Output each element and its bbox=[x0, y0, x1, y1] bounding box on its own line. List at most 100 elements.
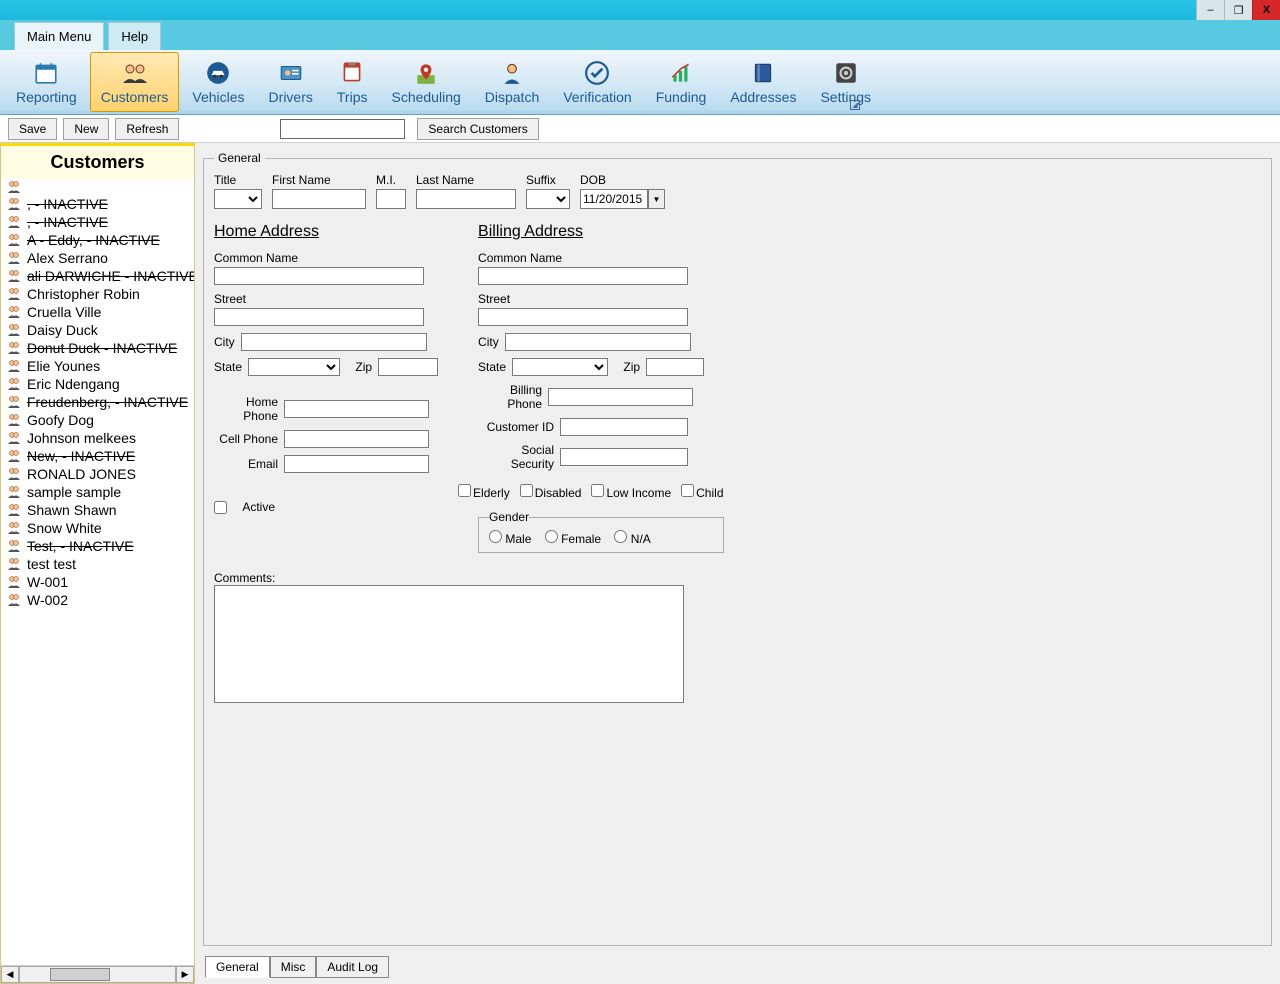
search-customers-button[interactable]: Search Customers bbox=[417, 118, 538, 140]
dob-input[interactable] bbox=[580, 189, 648, 209]
lowincome-checkbox-label[interactable]: Low Income bbox=[591, 484, 671, 500]
list-item[interactable]: Shawn Shawn bbox=[1, 501, 194, 519]
minimize-button[interactable]: – bbox=[1196, 0, 1224, 20]
ssn-input[interactable] bbox=[560, 448, 688, 466]
home-city-input[interactable] bbox=[241, 333, 427, 351]
list-item[interactable]: W-001 bbox=[1, 573, 194, 591]
home-phone-input[interactable] bbox=[284, 400, 429, 418]
cell-phone-label: Cell Phone bbox=[214, 432, 278, 446]
dialog-launcher-icon[interactable]: ◢ bbox=[850, 100, 860, 110]
home-common-name-input[interactable] bbox=[214, 267, 424, 285]
comments-textarea[interactable] bbox=[214, 585, 684, 703]
ribbon-settings[interactable]: Settings bbox=[809, 52, 882, 112]
ribbon-verification[interactable]: Verification bbox=[552, 52, 642, 112]
tab-help[interactable]: Help bbox=[108, 22, 161, 50]
tab-misc[interactable]: Misc bbox=[270, 956, 317, 978]
search-input[interactable] bbox=[280, 119, 405, 139]
maximize-button[interactable]: ❐ bbox=[1224, 0, 1252, 20]
refresh-button[interactable]: Refresh bbox=[115, 118, 179, 140]
scroll-right-icon[interactable]: ▶ bbox=[176, 966, 194, 983]
elderly-checkbox-label[interactable]: Elderly bbox=[458, 484, 510, 500]
ribbon-label: Customers bbox=[101, 89, 169, 105]
title-select[interactable] bbox=[214, 189, 262, 209]
elderly-checkbox[interactable] bbox=[458, 484, 471, 497]
list-item[interactable]: ali DARWICHE - INACTIVE bbox=[1, 267, 194, 285]
ribbon-dispatch[interactable]: Dispatch bbox=[474, 52, 550, 112]
ssn-label: Social Security bbox=[478, 443, 554, 471]
first-name-input[interactable] bbox=[272, 189, 366, 209]
disabled-checkbox-label[interactable]: Disabled bbox=[520, 484, 582, 500]
ribbon-addresses[interactable]: Addresses bbox=[719, 52, 807, 112]
customer-id-input[interactable] bbox=[560, 418, 688, 436]
child-checkbox-label[interactable]: Child bbox=[681, 484, 723, 500]
list-item[interactable]: Daisy Duck bbox=[1, 321, 194, 339]
new-button[interactable]: New bbox=[63, 118, 109, 140]
home-street-input[interactable] bbox=[214, 308, 424, 326]
billing-street-input[interactable] bbox=[478, 308, 688, 326]
male-radio-label[interactable]: Male bbox=[489, 532, 531, 546]
ribbon-vehicles[interactable]: Vehicles bbox=[181, 52, 255, 112]
cell-phone-input[interactable] bbox=[284, 430, 429, 448]
tab-general[interactable]: General bbox=[205, 956, 270, 978]
dob-dropdown-button[interactable]: ▼ bbox=[648, 189, 665, 209]
disabled-checkbox[interactable] bbox=[520, 484, 533, 497]
list-item[interactable]: A - Eddy, - INACTIVE bbox=[1, 231, 194, 249]
save-button[interactable]: Save bbox=[8, 118, 57, 140]
list-item[interactable]: Donut Duck - INACTIVE bbox=[1, 339, 194, 357]
tab-main-menu[interactable]: Main Menu bbox=[14, 22, 104, 50]
ribbon-customers[interactable]: Customers bbox=[90, 52, 180, 112]
list-item[interactable]: New, - INACTIVE bbox=[1, 447, 194, 465]
suffix-select[interactable] bbox=[526, 189, 570, 209]
close-button[interactable]: X bbox=[1252, 0, 1280, 20]
list-item[interactable]: Elie Younes bbox=[1, 357, 194, 375]
ribbon-funding[interactable]: Funding bbox=[645, 52, 718, 112]
child-checkbox[interactable] bbox=[681, 484, 694, 497]
ribbon-drivers[interactable]: Drivers bbox=[258, 52, 324, 112]
list-item[interactable]: Johnson melkees bbox=[1, 429, 194, 447]
na-radio[interactable] bbox=[614, 530, 627, 543]
home-state-label: State bbox=[214, 360, 242, 374]
billing-zip-input[interactable] bbox=[646, 358, 704, 376]
ribbon-reporting[interactable]: Reporting bbox=[5, 52, 88, 112]
billing-state-select[interactable] bbox=[512, 358, 608, 376]
list-item[interactable] bbox=[1, 179, 194, 195]
tab-audit-log[interactable]: Audit Log bbox=[316, 956, 389, 978]
list-item[interactable]: RONALD JONES bbox=[1, 465, 194, 483]
female-radio[interactable] bbox=[545, 530, 558, 543]
list-item[interactable]: , - INACTIVE bbox=[1, 213, 194, 231]
email-input[interactable] bbox=[284, 455, 429, 473]
list-item[interactable]: test test bbox=[1, 555, 194, 573]
billing-address-header: Billing Address bbox=[478, 223, 723, 241]
billing-common-name-input[interactable] bbox=[478, 267, 688, 285]
na-radio-label[interactable]: N/A bbox=[614, 532, 650, 546]
home-state-select[interactable] bbox=[248, 358, 340, 376]
scroll-left-icon[interactable]: ◀ bbox=[1, 966, 19, 983]
list-item[interactable]: W-002 bbox=[1, 591, 194, 609]
customer-icon bbox=[7, 521, 21, 535]
list-item[interactable]: Freudenberg, - INACTIVE bbox=[1, 393, 194, 411]
ribbon-scheduling[interactable]: Scheduling bbox=[380, 52, 471, 112]
list-item[interactable]: Eric Ndengang bbox=[1, 375, 194, 393]
sidebar-horizontal-scrollbar[interactable]: ◀ ▶ bbox=[1, 965, 194, 983]
list-item[interactable]: Goofy Dog bbox=[1, 411, 194, 429]
male-radio[interactable] bbox=[489, 530, 502, 543]
ribbon-trips[interactable]: Trips bbox=[326, 52, 379, 112]
title-bar: – ❐ X bbox=[0, 0, 1280, 20]
mi-input[interactable] bbox=[376, 189, 406, 209]
list-item[interactable]: , - INACTIVE bbox=[1, 195, 194, 213]
billing-phone-input[interactable] bbox=[548, 388, 693, 406]
lowincome-checkbox[interactable] bbox=[591, 484, 604, 497]
home-zip-input[interactable] bbox=[378, 358, 438, 376]
female-radio-label[interactable]: Female bbox=[545, 532, 601, 546]
list-item[interactable]: Snow White bbox=[1, 519, 194, 537]
billing-city-input[interactable] bbox=[505, 333, 691, 351]
list-item[interactable]: Test, - INACTIVE bbox=[1, 537, 194, 555]
scroll-track[interactable] bbox=[19, 966, 176, 983]
list-item[interactable]: Alex Serrano bbox=[1, 249, 194, 267]
list-item[interactable]: Cruella Ville bbox=[1, 303, 194, 321]
scroll-thumb[interactable] bbox=[50, 968, 110, 981]
active-checkbox[interactable] bbox=[214, 501, 227, 514]
list-item[interactable]: sample sample bbox=[1, 483, 194, 501]
last-name-input[interactable] bbox=[416, 189, 516, 209]
list-item[interactable]: Christopher Robin bbox=[1, 285, 194, 303]
